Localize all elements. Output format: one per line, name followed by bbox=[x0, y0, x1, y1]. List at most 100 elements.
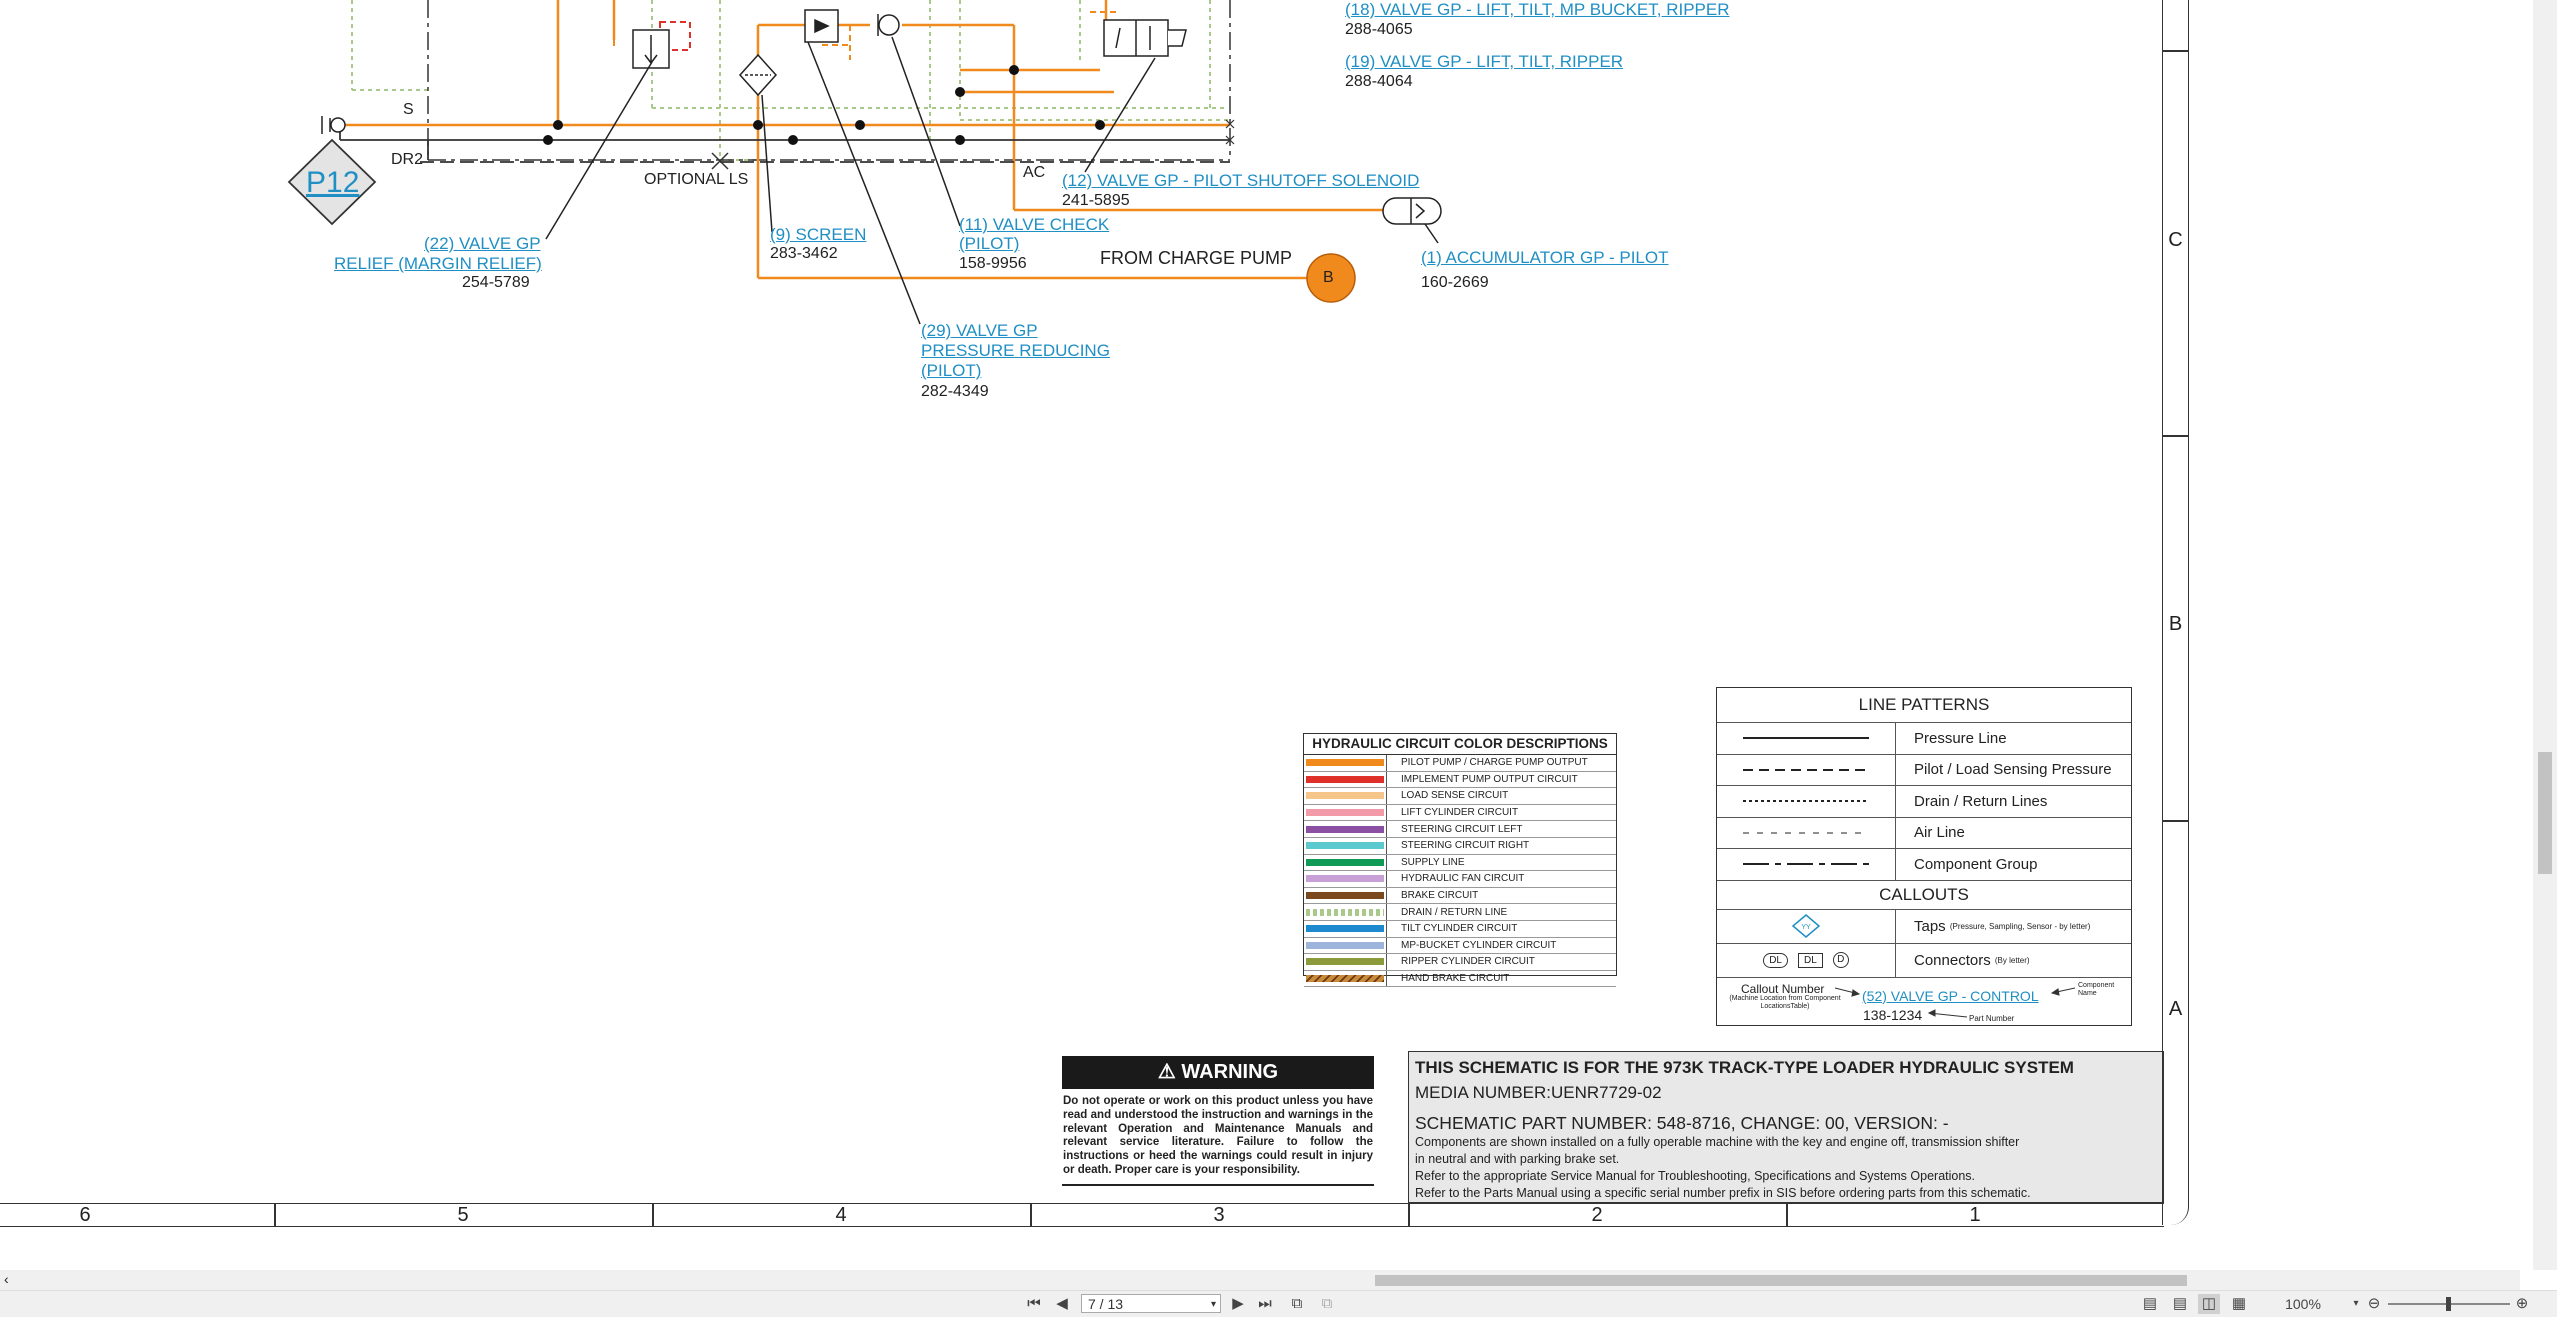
horizontal-scroll-thumb[interactable] bbox=[1375, 1275, 2187, 1286]
callout-accumulator-1[interactable]: (1) ACCUMULATOR GP - PILOT bbox=[1421, 248, 1669, 268]
warning-text: Do not operate or work on this product u… bbox=[1062, 1089, 1374, 1186]
color-legend-label: RIPPER CYLINDER CIRCUIT bbox=[1401, 956, 1535, 968]
vertical-scroll-thumb[interactable] bbox=[2538, 752, 2552, 874]
taps-note: (Pressure, Sampling, Sensor - by letter) bbox=[1949, 921, 2091, 931]
connectors-label: Connectors bbox=[1914, 951, 1991, 969]
color-swatch bbox=[1306, 975, 1384, 983]
connectors-note: (By letter) bbox=[1994, 955, 2030, 965]
color-swatch-cell bbox=[1304, 804, 1387, 821]
warning-triangle-icon: ⚠ bbox=[1157, 1061, 1176, 1083]
color-legend-row: IMPLEMENT PUMP OUTPUT CIRCUIT bbox=[1304, 771, 1616, 789]
zoom-in-icon[interactable]: ⊕ bbox=[2512, 1294, 2532, 1314]
line-pattern-label: Air Line bbox=[1914, 824, 1965, 842]
color-legend-label: PILOT PUMP / CHARGE PUMP OUTPUT bbox=[1401, 757, 1588, 769]
line-pattern-sample-cell bbox=[1717, 723, 1896, 754]
color-legend-title: HYDRAULIC CIRCUIT COLOR DESCRIPTIONS bbox=[1304, 734, 1616, 755]
previous-view-icon[interactable]: ⧉ bbox=[1286, 1294, 1308, 1314]
color-legend-label: DRAIN / RETURN LINE bbox=[1401, 906, 1508, 918]
callout-valve-29[interactable]: (29) VALVE GP bbox=[921, 321, 1038, 341]
callout-example-row: Callout Number (Machine Location from Co… bbox=[1717, 978, 2131, 1030]
page-number-field[interactable]: 7 / 13 ▾ bbox=[1081, 1294, 1221, 1313]
color-swatch-cell bbox=[1304, 837, 1387, 854]
callout-valve-12[interactable]: (12) VALVE GP - PILOT SHUTOFF SOLENOID bbox=[1062, 171, 1419, 191]
color-swatch bbox=[1306, 875, 1384, 883]
line-pattern-label: Component Group bbox=[1914, 855, 2038, 873]
color-legend-label: HAND BRAKE CIRCUIT bbox=[1401, 973, 1510, 985]
taps-label-cell: Taps (Pressure, Sampling, Sensor - by le… bbox=[1896, 910, 2090, 943]
color-legend-label: HYDRAULIC FAN CIRCUIT bbox=[1401, 873, 1525, 885]
callouts-title: CALLOUTS bbox=[1717, 881, 2131, 910]
zoom-slider-handle[interactable] bbox=[2446, 1297, 2451, 1311]
next-view-icon[interactable]: ⧉ bbox=[1316, 1294, 1338, 1314]
line-pattern-label: Pressure Line bbox=[1914, 729, 2007, 747]
line-patterns-title: LINE PATTERNS bbox=[1717, 688, 2131, 723]
color-swatch-cell bbox=[1304, 887, 1387, 904]
color-swatch bbox=[1306, 858, 1384, 866]
connector-symbol-dl-round: DL bbox=[1763, 952, 1788, 968]
callout-valve-29-desc2[interactable]: (PILOT) bbox=[921, 361, 981, 381]
color-swatch-cell bbox=[1304, 920, 1387, 937]
scroll-left-icon[interactable]: ‹ bbox=[4, 1271, 9, 1287]
zoom-out-icon[interactable]: ⊖ bbox=[2364, 1294, 2384, 1314]
callout-valve-22-desc[interactable]: RELIEF (MARGIN RELIEF) bbox=[334, 254, 542, 274]
color-swatch-cell bbox=[1304, 755, 1387, 771]
zoom-level[interactable]: 100% bbox=[2278, 1294, 2328, 1314]
two-page-continuous-icon[interactable]: ▦ bbox=[2228, 1294, 2250, 1314]
page-dropdown-icon[interactable]: ▾ bbox=[1211, 1295, 1216, 1314]
color-swatch-cell bbox=[1304, 954, 1387, 970]
connectors-label-cell: Connectors (By letter) bbox=[1896, 944, 2030, 977]
warning-title: WARNING bbox=[1181, 1061, 1279, 1083]
callout-check-11[interactable]: (11) VALVE CHECK bbox=[959, 215, 1109, 235]
taps-row: YY Taps (Pressure, Sampling, Sensor - by… bbox=[1717, 909, 2131, 944]
vertical-scrollbar[interactable] bbox=[2533, 0, 2557, 1270]
callout-valve-18[interactable]: (18) VALVE GP - LIFT, TILT, MP BUCKET, R… bbox=[1345, 0, 1730, 20]
last-page-icon[interactable]: ⏭ bbox=[1256, 1294, 1274, 1314]
callout-valve-22[interactable]: (22) VALVE GP bbox=[424, 234, 541, 254]
continuous-view-icon[interactable]: ▤ bbox=[2170, 1294, 2190, 1314]
part-number-accumulator-1: 160-2669 bbox=[1421, 274, 1489, 291]
title-note-3: Refer to the appropriate Service Manual … bbox=[1415, 1169, 1976, 1183]
callout-valve-19[interactable]: (19) VALVE GP - LIFT, TILT, RIPPER bbox=[1345, 52, 1623, 72]
line-pattern-sample-cell bbox=[1717, 754, 1896, 785]
part-number-valve-19: 288-4064 bbox=[1345, 73, 1413, 90]
title-note-4: Refer to the Parts Manual using a specif… bbox=[1415, 1186, 2031, 1200]
tap-p12-label[interactable]: P12 bbox=[306, 166, 359, 200]
tap-symbol-text: YY bbox=[1801, 924, 1811, 931]
color-legend-row: RIPPER CYLINDER CIRCUIT bbox=[1304, 954, 1616, 971]
title-note-1: Components are shown installed on a full… bbox=[1415, 1135, 2020, 1149]
line-pattern-row: Air Line bbox=[1717, 817, 2131, 849]
horizontal-scrollbar[interactable]: ‹ bbox=[0, 1270, 2520, 1290]
line-pattern-row: Drain / Return Lines bbox=[1717, 786, 2131, 818]
line-pattern-row: Component Group bbox=[1717, 849, 2131, 881]
color-legend-label: STEERING CIRCUIT LEFT bbox=[1401, 823, 1523, 835]
color-legend-label: LIFT CYLINDER CIRCUIT bbox=[1401, 807, 1519, 819]
single-page-view-icon[interactable]: ▤ bbox=[2140, 1294, 2160, 1314]
callout-check-11-desc[interactable]: (PILOT) bbox=[959, 234, 1019, 254]
color-legend-row: LIFT CYLINDER CIRCUIT bbox=[1304, 804, 1616, 822]
part-number-valve-22: 254-5789 bbox=[462, 274, 530, 291]
color-swatch-cell bbox=[1304, 871, 1387, 887]
color-swatch bbox=[1306, 941, 1384, 949]
from-charge-pump-label: FROM CHARGE PUMP bbox=[1100, 248, 1293, 268]
previous-page-icon[interactable]: ◀ bbox=[1054, 1294, 1070, 1314]
two-page-view-icon[interactable]: ◫ bbox=[2198, 1294, 2220, 1314]
part-number-valve-29: 282-4349 bbox=[921, 383, 989, 400]
color-legend-label: TILT CYLINDER CIRCUIT bbox=[1401, 923, 1518, 935]
color-swatch bbox=[1306, 809, 1384, 817]
connector-symbol-dl-square: DL bbox=[1798, 952, 1823, 968]
first-page-icon[interactable]: ⏮ bbox=[1026, 1294, 1042, 1314]
title-line-machine: THIS SCHEMATIC IS FOR THE 973K TRACK-TYP… bbox=[1415, 1058, 2074, 1077]
color-legend-row: BRAKE CIRCUIT bbox=[1304, 887, 1616, 905]
line-label-ac: AC bbox=[1023, 164, 1046, 181]
callout-screen-9[interactable]: (9) SCREEN bbox=[770, 225, 866, 245]
callout-valve-29-desc[interactable]: PRESSURE REDUCING bbox=[921, 341, 1110, 361]
zoom-dropdown-icon[interactable]: ▾ bbox=[2350, 1294, 2362, 1314]
row-grid-strip: C B A bbox=[2162, 0, 2189, 1225]
next-page-icon[interactable]: ▶ bbox=[1230, 1294, 1246, 1314]
connector-b-label: B bbox=[1323, 269, 1334, 286]
line-label-optional-ls: OPTIONAL LS bbox=[644, 171, 749, 188]
row-divider bbox=[2163, 50, 2188, 52]
row-divider bbox=[2163, 435, 2188, 437]
color-swatch bbox=[1306, 908, 1384, 916]
line-pattern-sample bbox=[1743, 768, 1869, 771]
